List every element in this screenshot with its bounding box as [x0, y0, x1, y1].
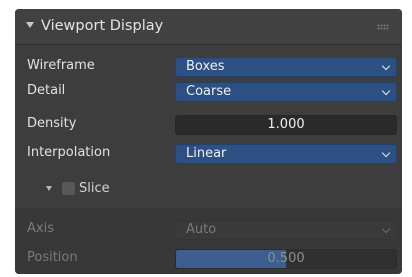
position-value: 0.500	[267, 251, 305, 266]
chevron-down-icon	[381, 224, 391, 234]
detail-label: Detail	[27, 83, 66, 98]
interpolation-label: Interpolation	[27, 145, 111, 160]
chevron-down-icon	[381, 148, 391, 158]
interpolation-dropdown[interactable]: Linear	[175, 144, 397, 164]
slice-checkbox[interactable]	[62, 182, 75, 195]
viewport-display-panel: Viewport Display Wireframe Boxes Detail …	[15, 9, 402, 274]
detail-value: Coarse	[186, 84, 232, 99]
panel-title: Viewport Display	[41, 18, 164, 34]
wireframe-dropdown[interactable]: Boxes	[175, 57, 397, 77]
drag-grip-icon[interactable]	[377, 24, 389, 30]
position-label: Position	[27, 250, 78, 265]
chevron-down-icon	[381, 86, 391, 96]
wireframe-value: Boxes	[186, 59, 225, 74]
density-label: Density	[27, 116, 77, 131]
wireframe-label: Wireframe	[27, 58, 95, 73]
slice-collapse-triangle-icon[interactable]	[46, 186, 52, 191]
panel-header[interactable]: Viewport Display	[15, 9, 402, 45]
axis-value: Auto	[186, 222, 217, 237]
position-slider[interactable]: 0.500	[175, 249, 397, 269]
detail-dropdown[interactable]: Coarse	[175, 82, 397, 102]
collapse-triangle-icon[interactable]	[26, 22, 34, 28]
axis-label: Axis	[27, 221, 54, 236]
slice-label: Slice	[79, 181, 110, 196]
density-number-field[interactable]: 1.000	[175, 115, 397, 135]
interpolation-value: Linear	[186, 146, 227, 161]
axis-dropdown[interactable]: Auto	[175, 220, 397, 240]
density-value: 1.000	[267, 117, 305, 132]
chevron-down-icon	[381, 61, 391, 71]
